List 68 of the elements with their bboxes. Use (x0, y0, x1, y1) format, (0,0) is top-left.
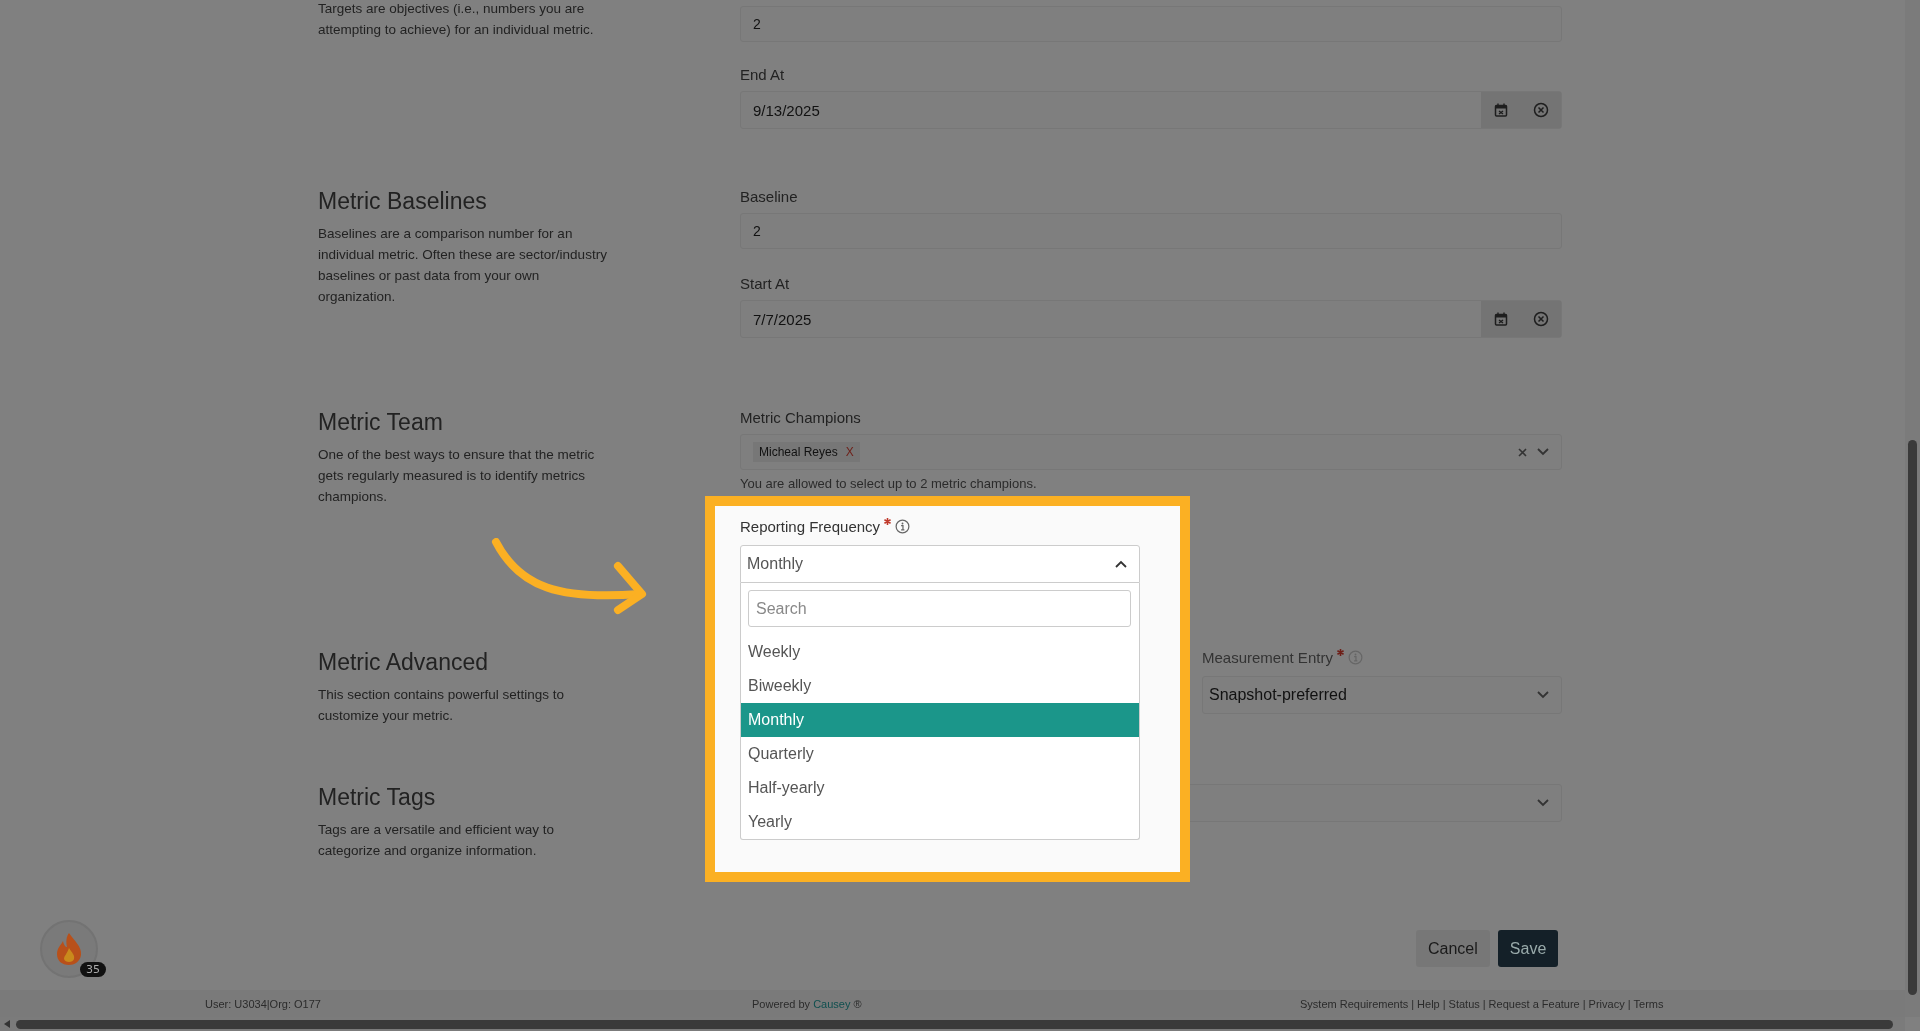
dropdown-option[interactable]: Quarterly (741, 737, 1139, 771)
cancel-button[interactable]: Cancel (1416, 930, 1490, 967)
section-description: Tags are a versatile and efficient way to categorize and organize information. (318, 821, 556, 860)
dropdown-option[interactable]: Yearly (741, 805, 1139, 839)
horizontal-scrollbar[interactable] (0, 1017, 1905, 1031)
section-description: Baselines are a comparison number for an individual metric. Often these are sector/industry baselines or past data from your own organization. (318, 225, 608, 306)
registered-mark: ® (853, 997, 862, 1010)
field-label: Reporting Frequency (740, 518, 881, 535)
dropdown-option[interactable]: Biweekly (741, 669, 1139, 703)
measurement-select[interactable]: Snapshot-preferred (1202, 676, 1562, 714)
calendar-icon[interactable] (1481, 301, 1521, 337)
dropdown-option[interactable]: Monthly (741, 703, 1139, 737)
date-value: 9/13/2025 (752, 101, 821, 119)
dropdown-option[interactable]: Half-yearly (741, 771, 1139, 805)
chevron-icon (1537, 448, 1549, 456)
remove-tag-button[interactable]: X (845, 445, 854, 459)
section-title: Metric Advanced (318, 649, 490, 676)
footer-link[interactable]: Privacy (1588, 997, 1625, 1010)
field-label: Start At (740, 275, 791, 292)
footer-link[interactable]: System Requirements (1300, 997, 1409, 1010)
frequency-select[interactable]: Monthly (740, 545, 1140, 583)
field-label: End At (740, 66, 786, 83)
clear-icon[interactable] (1521, 301, 1561, 337)
user-info: User: U3034|Org: O177 (205, 997, 321, 1010)
separator: | (1442, 997, 1446, 1010)
search-field[interactable]: Search (748, 590, 1131, 627)
section-title: Metric Tags (318, 784, 437, 811)
chevron-icon (1537, 799, 1549, 807)
section-description: This section contains powerful settings to customize your metric. (318, 686, 566, 725)
separator: | (1482, 997, 1486, 1010)
save-button[interactable]: Save (1497, 930, 1559, 967)
section-title: Metric Baselines (318, 188, 488, 215)
select-value: Monthly (747, 555, 804, 573)
vertical-scrollbar[interactable] (1905, 0, 1920, 1017)
separator: | (1582, 997, 1586, 1010)
field-label: Metric Champions (740, 409, 862, 426)
field-hint: You are allowed to select up to 2 metric champions. (740, 476, 1038, 491)
separator: | (1411, 997, 1415, 1010)
powered-by-text: Powered by (752, 997, 811, 1010)
baseline-field[interactable]: 2 (740, 213, 1562, 249)
flame-icon (54, 932, 84, 966)
clear-icon[interactable] (1521, 92, 1561, 128)
info-icon[interactable] (895, 519, 911, 534)
section-description: One of the best ways to ensure that the metric gets regularly measured is to identify metrics champions. (318, 446, 596, 506)
dropdown-option[interactable]: Weekly (741, 635, 1139, 669)
start-date-field[interactable]: 7/7/2025 (740, 300, 1562, 338)
notification-badge: 35 (80, 962, 106, 977)
end-date-field[interactable]: 9/13/2025 (740, 91, 1562, 129)
clear-icon[interactable] (1518, 447, 1527, 457)
section-title: Metric Team (318, 409, 444, 436)
chevron-icon (1115, 560, 1127, 568)
date-value: 7/7/2025 (752, 310, 813, 328)
field-label: Measurement Entry (1202, 649, 1333, 666)
field-value: 2 (753, 16, 761, 32)
footer-link[interactable]: Terms (1633, 997, 1664, 1010)
footer-link[interactable]: Request a Feature (1488, 997, 1580, 1010)
select-value: Snapshot-preferred (1209, 686, 1347, 704)
footer-link[interactable]: Status (1448, 997, 1480, 1010)
calendar-icon[interactable] (1481, 92, 1521, 128)
tag-label: Micheal Reyes (759, 445, 838, 459)
field-value: 2 (753, 223, 761, 239)
target-field[interactable]: 2 (740, 6, 1562, 42)
chevron-icon (1537, 691, 1549, 699)
footer-link[interactable]: Help (1417, 997, 1440, 1010)
field-label: Baseline (740, 188, 799, 205)
section-description: Targets are objectives (i.e., numbers you are attempting to achieve) for an individual metric. (318, 0, 595, 39)
separator: | (1627, 997, 1631, 1010)
champions-select[interactable]: Micheal Reyes X (740, 434, 1562, 470)
